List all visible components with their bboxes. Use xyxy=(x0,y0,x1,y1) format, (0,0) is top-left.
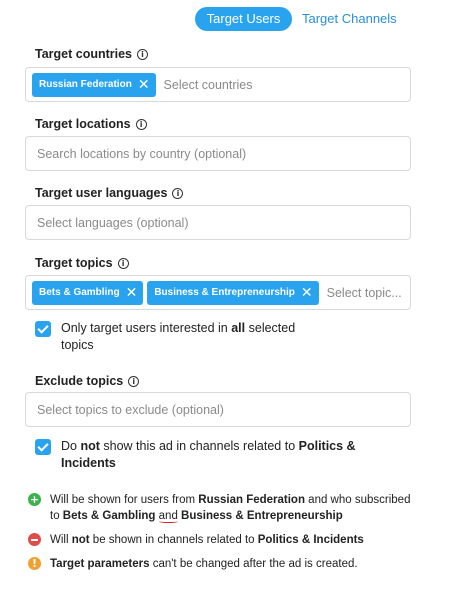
exclude-topics-label: Exclude topics i xyxy=(35,373,140,389)
text: be shown in channels related to xyxy=(89,534,258,546)
text-bold: Politics & xyxy=(298,439,356,453)
countries-placeholder: Select countries xyxy=(163,77,253,92)
exclude-topics-label-text: Exclude topics xyxy=(35,374,124,388)
languages-placeholder: Select languages (optional) xyxy=(37,215,189,230)
target-locations-label: Target locations i xyxy=(35,116,147,132)
target-locations-input[interactable]: Search locations by country (optional) xyxy=(25,136,411,171)
close-icon[interactable]: ✕ xyxy=(301,286,313,300)
text-bold: not xyxy=(80,439,100,453)
topic-chip: Business & Entrepreneurship ✕ xyxy=(147,280,319,305)
minus-circle-icon xyxy=(28,533,41,546)
text: show this ad in channels related to xyxy=(99,439,299,453)
exclude-topics-select[interactable]: Select topics to exclude (optional) xyxy=(25,392,411,427)
text-bold: Politics & Incidents xyxy=(257,534,364,546)
locations-placeholder: Search locations by country (optional) xyxy=(37,146,247,161)
no-show-row[interactable]: Do not show this ad in channels related … xyxy=(35,438,415,472)
no-show-text: Do not show this ad in channels related … xyxy=(61,438,356,472)
info-icon[interactable]: i xyxy=(128,375,140,387)
target-languages-label-text: Target user languages xyxy=(35,186,168,200)
checkmark-icon[interactable] xyxy=(35,321,51,337)
checkmark-icon[interactable] xyxy=(35,439,51,455)
text-bold: Target parameters xyxy=(50,558,150,570)
target-topics-label: Target topics i xyxy=(35,255,129,271)
target-countries-label: Target countries i xyxy=(35,46,149,62)
text-bold: Business & Entrepreneurship xyxy=(181,510,343,522)
note-warning-text: Target parameters can't be changed after… xyxy=(50,556,358,572)
text: to xyxy=(50,510,63,522)
info-icon[interactable]: i xyxy=(117,257,129,269)
note-not-shown-text: Will not be shown in channels related to… xyxy=(50,532,364,548)
exclamation-circle-icon: ! xyxy=(28,557,41,570)
note-not-shown: Will not be shown in channels related to… xyxy=(28,532,448,548)
close-icon[interactable]: ✕ xyxy=(138,78,150,92)
only-interested-text: Only target users interested in all sele… xyxy=(61,320,295,354)
text: Will xyxy=(50,534,72,546)
target-countries-label-text: Target countries xyxy=(35,47,133,61)
note-shown-text: Will be shown for users from Russian Fed… xyxy=(50,492,410,524)
note-shown: + Will be shown for users from Russian F… xyxy=(28,492,448,524)
text: Only target users interested in xyxy=(61,321,232,335)
plus-circle-icon: + xyxy=(28,493,41,506)
text: and xyxy=(158,510,178,522)
info-icon[interactable]: i xyxy=(137,48,149,60)
topics-placeholder: Select topic... xyxy=(326,285,402,300)
text: selected xyxy=(245,321,296,335)
target-locations-label-text: Target locations xyxy=(35,117,131,131)
target-languages-label: Target user languages i xyxy=(35,185,184,201)
only-interested-row[interactable]: Only target users interested in all sele… xyxy=(35,320,335,354)
topic-chip-label: Bets & Gambling xyxy=(39,287,120,298)
note-warning: ! Target parameters can't be changed aft… xyxy=(28,556,448,572)
text: Will be shown for users from xyxy=(50,494,199,506)
text-bold: Bets & Gambling xyxy=(62,510,156,522)
country-chip: Russian Federation ✕ xyxy=(32,72,156,97)
text: topics xyxy=(61,338,94,352)
topic-chip: Bets & Gambling ✕ xyxy=(32,280,144,305)
text: can't be changed after the ad is created… xyxy=(149,558,358,570)
target-topics-label-text: Target topics xyxy=(35,256,113,270)
target-countries-field[interactable]: Russian Federation ✕ Select countries xyxy=(25,67,411,102)
tab-target-channels[interactable]: Target Channels xyxy=(302,7,397,31)
close-icon[interactable]: ✕ xyxy=(126,286,138,300)
exclude-placeholder: Select topics to exclude (optional) xyxy=(37,402,224,417)
country-chip-label: Russian Federation xyxy=(39,79,132,90)
text: and who subscribed xyxy=(304,494,411,506)
info-icon[interactable]: i xyxy=(172,187,184,199)
topic-chip-label: Business & Entrepreneurship xyxy=(154,287,295,298)
text-bold: Russian Federation xyxy=(198,494,305,506)
text-bold: all xyxy=(231,321,246,335)
info-icon[interactable]: i xyxy=(135,118,147,130)
target-languages-select[interactable]: Select languages (optional) xyxy=(25,205,411,240)
text-bold: Incidents xyxy=(61,456,116,470)
text-bold: not xyxy=(71,534,90,546)
target-topics-field[interactable]: Bets & Gambling ✕ Business & Entrepreneu… xyxy=(25,275,411,310)
text: Do xyxy=(61,439,81,453)
tab-target-users[interactable]: Target Users xyxy=(195,7,292,31)
